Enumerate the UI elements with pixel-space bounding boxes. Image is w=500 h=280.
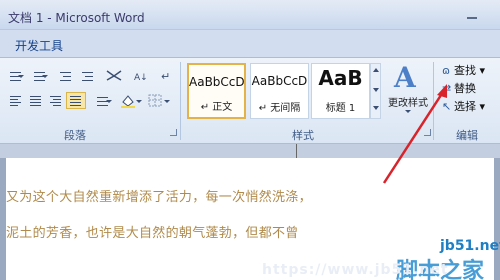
watermark-site: jb51.net [440,238,500,254]
watermark-url: https://www.jb51.net [262,262,449,278]
annotation-arrow [382,84,447,184]
